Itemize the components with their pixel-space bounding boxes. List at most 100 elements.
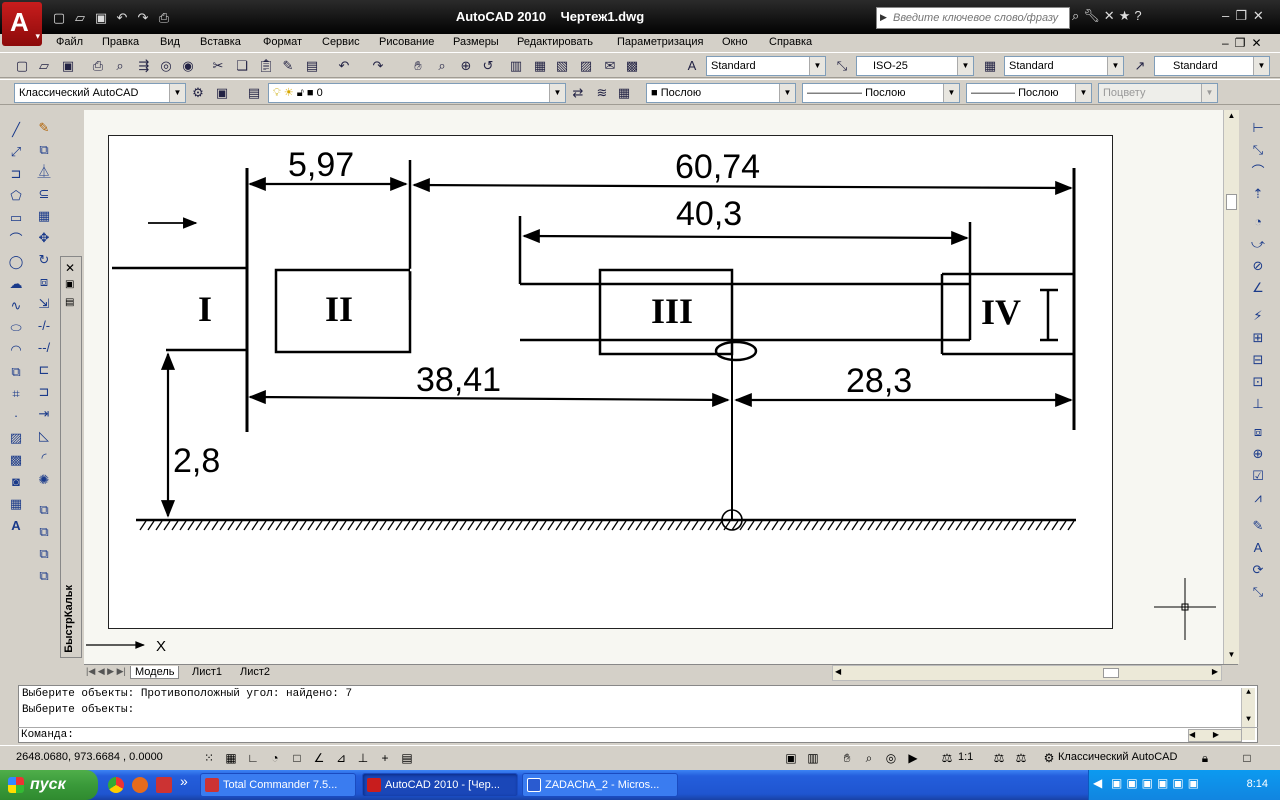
stretch-icon[interactable]: ⇲ [34,294,54,314]
rotate-icon[interactable]: ↻ [34,250,54,270]
object-snap-icon[interactable]: □ [288,749,306,767]
bring-above-icon[interactable]: ⧉ [34,544,54,564]
make-current-layer-icon[interactable]: ⇄ [568,83,588,103]
arc-length-icon[interactable]: ⌒ [1248,162,1268,182]
menu-format[interactable]: Формат [263,36,302,48]
auto-scale-icon[interactable]: ⚖ [1012,749,1030,767]
circle-icon[interactable]: ◯ [6,252,26,272]
jogged-dim-icon[interactable]: ⤻ [1248,234,1268,254]
copy-object-icon[interactable]: ⧉ [34,140,54,160]
table-style-icon[interactable]: ▦ [980,56,1000,76]
workspace-status[interactable]: Классический AutoCAD [1058,751,1177,763]
tool-palettes-icon[interactable]: ▧ [552,56,572,76]
workspace-settings-icon[interactable]: ⚙ [188,83,208,103]
mleader-style-select[interactable]: Standard ▼ [1154,56,1270,76]
task-total-commander[interactable]: Total Commander 7.5... [200,773,356,797]
paste-icon[interactable]: 📋︎ [256,56,276,76]
construction-line-icon[interactable]: ⤢ [6,142,26,162]
3d-osnap-icon[interactable]: ∠ [310,749,328,767]
offset-icon[interactable]: ⊆ [34,184,54,204]
properties-icon[interactable]: ▥ [506,56,526,76]
tab-nav-icons[interactable]: |◀ ◀ ▶ ▶| [86,666,126,677]
open-icon[interactable]: ▱ [34,56,54,76]
quick-dim-icon[interactable]: ⚡︎ [1248,306,1268,326]
center-mark-icon[interactable]: ⊕ [1248,444,1268,464]
layer-select[interactable]: 💡︎ ☀ 🔓︎ ■ 0 ▼ [268,83,566,103]
annotation-scale-value[interactable]: 1:1 [958,751,973,763]
line-icon[interactable]: ╱ [6,120,26,140]
extend-icon[interactable]: --/ [34,338,54,358]
publish-icon[interactable]: ⇶ [134,56,154,76]
workspace-select[interactable]: Классический AutoCAD ▼ [14,83,186,103]
multiline-text-icon[interactable]: A [6,516,26,536]
polar-tracking-icon[interactable]: ◔ [266,749,284,767]
menu-view[interactable]: Вид [160,36,180,48]
close-icon[interactable]: ✕ [65,261,75,275]
close-icon[interactable]: ✕ [1253,8,1264,24]
gradient-icon[interactable]: ▩ [6,450,26,470]
tab-layout2[interactable]: Лист2 [236,666,274,678]
spline-icon[interactable]: ∿ [6,296,26,316]
table-style-select[interactable]: Standard ▼ [1004,56,1124,76]
polygon-icon[interactable]: ⬠ [6,186,26,206]
favorites-star-icon[interactable]: ★ [1119,8,1131,24]
menu-help[interactable]: Справка [769,36,812,48]
calculator-icon[interactable]: ▩ [622,56,642,76]
design-center-icon[interactable]: ▦ [530,56,550,76]
zoom-icon[interactable]: ⌕ [860,749,878,767]
continue-dim-icon[interactable]: ⊟ [1248,350,1268,370]
help-icon[interactable]: ? [1134,8,1141,24]
chrome-icon[interactable] [108,777,124,793]
dim-break-icon[interactable]: ⊥ [1248,394,1268,414]
quicklaunch-more-icon[interactable]: » [180,773,188,789]
move-icon[interactable]: ✥ [34,228,54,248]
pan-icon[interactable]: ✋︎ [838,749,856,767]
send-to-back-icon[interactable]: ⧉ [34,522,54,542]
jogged-linear-icon[interactable]: ⩘ [1248,488,1268,508]
new-icon[interactable]: ▢ [12,56,32,76]
layer-manager-icon[interactable]: ▤ [244,83,264,103]
quickcalc-palette[interactable]: ✕ ▣ ▤ БыстрКальк [60,256,82,658]
autohide-icon[interactable]: ▣ [65,279,74,290]
doc-restore-icon[interactable]: ❐ [1235,36,1246,50]
arc-icon[interactable]: ⌒ [6,230,26,250]
ellipse-arc-icon[interactable]: ◠ [6,340,26,360]
firefox-icon[interactable] [132,777,148,793]
start-button[interactable]: пуск [0,770,98,800]
menu-dimension[interactable]: Размеры [453,36,499,48]
pan-icon[interactable]: ✋︎ [408,56,428,76]
ellipse-icon[interactable]: ⬭ [6,318,26,338]
menu-parametric[interactable]: Параметризация [617,36,703,48]
fillet-icon[interactable]: ◜ [34,448,54,468]
hatch-icon[interactable]: ▨ [6,428,26,448]
array-icon[interactable]: ▦ [34,206,54,226]
task-autocad[interactable]: AutoCAD 2010 - [Чер... [362,773,518,797]
revision-cloud-icon[interactable]: ☁ [6,274,26,294]
minimize-icon[interactable]: – [1222,8,1229,24]
zoom-previous-icon[interactable]: ↺ [478,56,498,76]
horizontal-scrollbar[interactable]: ◀ ▶ [832,665,1222,681]
tab-model[interactable]: Модель [130,666,180,679]
tools-icon[interactable]: ✕ [1104,8,1115,24]
print-preview-icon[interactable]: ⌕ [110,56,130,76]
zoom-realtime-icon[interactable]: ⌕ [432,56,452,76]
command-hscroll[interactable]: ◀ ▶ [1188,729,1242,742]
hscroll-thumb[interactable] [1103,668,1119,678]
3d-dwf-icon[interactable]: ◎ [156,56,176,76]
ordinate-dim-icon[interactable]: ⇡ [1248,184,1268,204]
bring-to-front-icon[interactable]: ⧉ [34,500,54,520]
lineweight-select[interactable]: ———— Послою ▼ [966,83,1092,103]
dim-style-select[interactable]: ISO-25 ▼ [856,56,974,76]
layer-previous-icon[interactable]: ≋ [592,83,612,103]
save-icon[interactable]: ▣ [58,56,78,76]
markup-icon[interactable]: ✉ [600,56,620,76]
explode-icon[interactable]: ✺ [34,470,54,490]
point-icon[interactable]: · [6,406,26,426]
rectangle-icon[interactable]: ▭ [6,208,26,228]
cut-icon[interactable]: ✂ [208,56,228,76]
layer-state-icon[interactable]: ▦ [614,83,634,103]
binoculars-icon[interactable]: ⌕ [1072,8,1079,24]
join-icon[interactable]: ⇥ [34,404,54,424]
grid-display-icon[interactable]: ▦ [222,749,240,767]
menu-draw[interactable]: Рисование [379,36,434,48]
